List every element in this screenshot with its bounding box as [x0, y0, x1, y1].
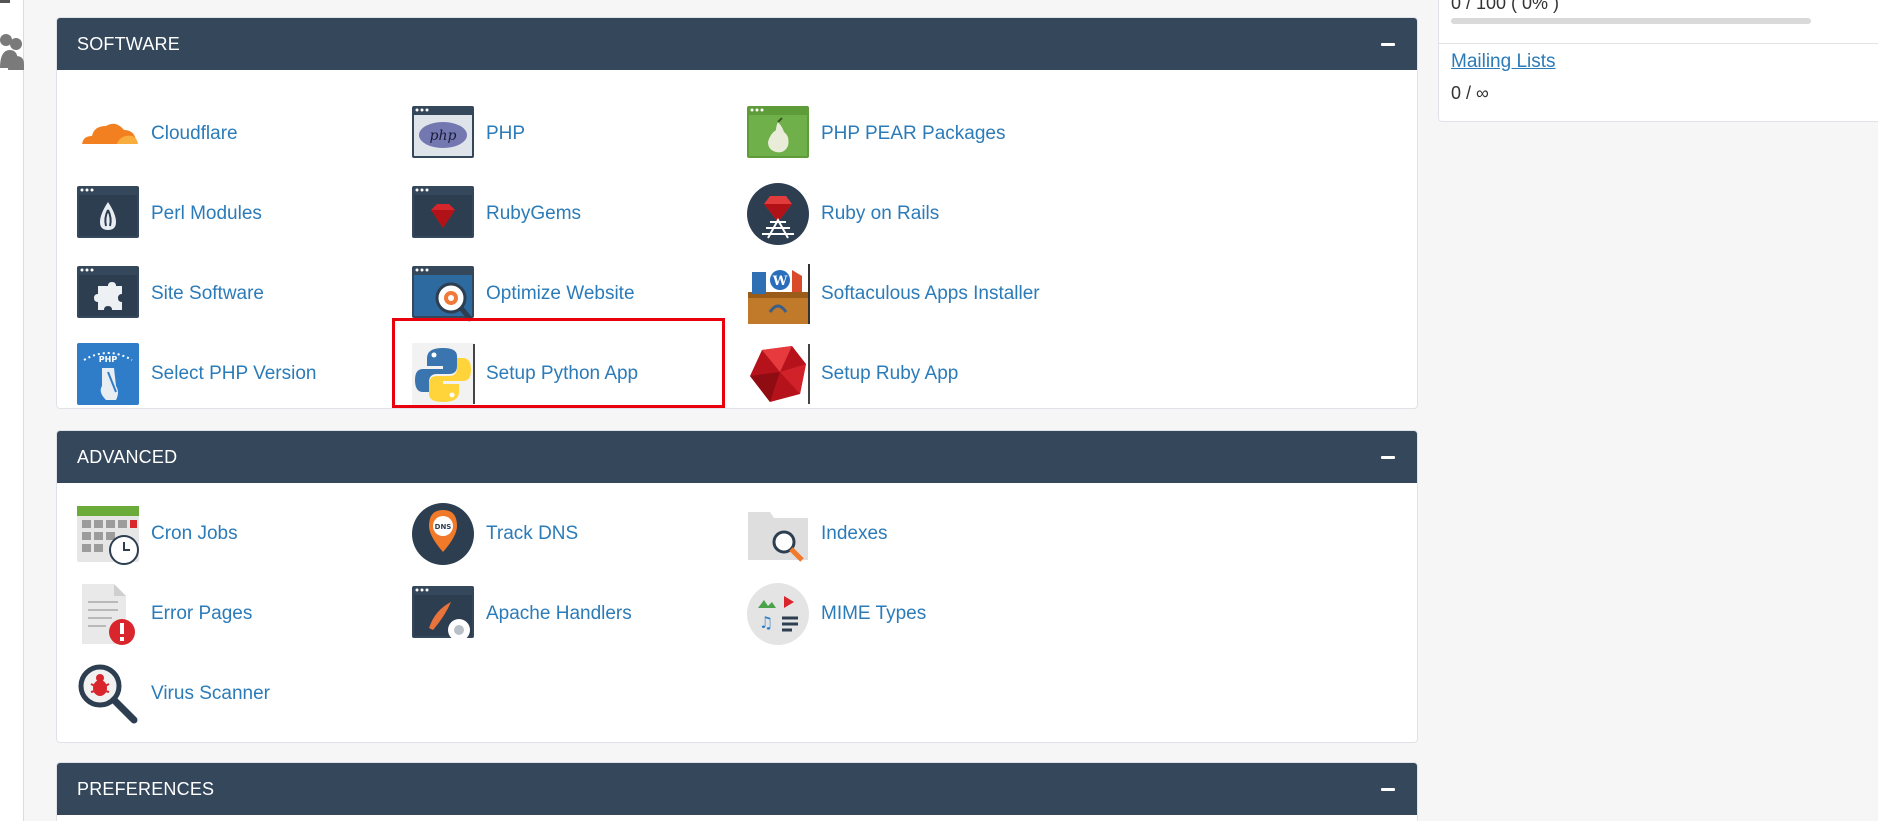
- software-item-label: PHP: [486, 123, 526, 144]
- advanced-panel: ADVANCED Cron Jobs DNS Track DNS Indexes…: [56, 430, 1418, 743]
- software-item-softaculous[interactable]: W Softaculous Apps Installer: [746, 261, 1040, 327]
- software-panel: SOFTWARE Cloudflare php PHP PHP PEAR Pac…: [56, 17, 1418, 409]
- perl-icon: [77, 186, 139, 238]
- preferences-panel: PREFERENCES: [56, 762, 1418, 821]
- software-item-perl-modules[interactable]: Perl Modules: [76, 181, 262, 247]
- software-item-label: PHP PEAR Packages: [821, 123, 1006, 144]
- advanced-item-track-dns[interactable]: DNS Track DNS: [411, 501, 578, 567]
- cron-jobs-icon: [77, 506, 139, 565]
- stats-sidebar: 0 / 100 ( 0% ) Mailing Lists 0 / ∞: [1438, 0, 1878, 122]
- svg-text:php: php: [430, 128, 457, 144]
- software-item-setup-python-app[interactable]: Setup Python App: [411, 341, 638, 407]
- usage-text: 0 / 100 ( 0% ): [1451, 0, 1560, 13]
- software-item-cloudflare[interactable]: Cloudflare: [76, 101, 238, 167]
- advanced-item-label: Cron Jobs: [151, 523, 238, 544]
- software-panel-title: SOFTWARE: [77, 33, 180, 54]
- software-item-optimize-website[interactable]: Optimize Website: [411, 261, 635, 327]
- advanced-panel-header[interactable]: ADVANCED: [57, 431, 1417, 483]
- software-item-site-software[interactable]: Site Software: [76, 261, 264, 327]
- php-icon: php: [412, 106, 474, 158]
- php-badge-text: PHP: [99, 355, 118, 364]
- python-icon: [412, 343, 475, 405]
- software-item-label: Setup Python App: [486, 363, 639, 384]
- advanced-item-mime-types[interactable]: ♫ MIME Types: [746, 581, 926, 647]
- minus-icon: [1381, 455, 1395, 459]
- left-rail: [0, 0, 24, 821]
- mailing-lists-link[interactable]: Mailing Lists: [1451, 51, 1556, 73]
- users-icon[interactable]: [0, 30, 24, 70]
- advanced-item-indexes[interactable]: Indexes: [746, 501, 888, 567]
- ruby-on-rails-icon: [747, 183, 809, 245]
- software-item-php[interactable]: php PHP: [411, 101, 525, 167]
- advanced-item-label: Apache Handlers: [486, 603, 632, 624]
- svg-text:W: W: [772, 274, 788, 289]
- advanced-item-label: MIME Types: [821, 603, 927, 624]
- preferences-panel-header[interactable]: PREFERENCES: [57, 763, 1417, 815]
- preferences-collapse-button[interactable]: [1379, 779, 1397, 799]
- usage-progress-bar: [1451, 18, 1811, 24]
- advanced-item-label: Error Pages: [151, 603, 253, 624]
- php-pear-icon: [747, 106, 809, 158]
- minus-icon: [1381, 42, 1395, 46]
- advanced-item-virus-scanner[interactable]: Virus Scanner: [76, 661, 270, 727]
- software-item-select-php-version[interactable]: PHP Select PHP Version: [76, 341, 316, 407]
- track-dns-icon: DNS: [412, 503, 474, 565]
- advanced-panel-title: ADVANCED: [77, 446, 178, 467]
- advanced-item-label: Track DNS: [486, 523, 579, 544]
- preferences-panel-title: PREFERENCES: [77, 778, 215, 799]
- software-item-rubygems[interactable]: RubyGems: [411, 181, 581, 247]
- cloudflare-icon: [82, 123, 138, 147]
- advanced-item-label: Virus Scanner: [151, 683, 270, 704]
- software-item-label: Setup Ruby App: [821, 363, 959, 384]
- software-item-label: Softaculous Apps Installer: [821, 283, 1040, 304]
- divider: [1439, 43, 1878, 44]
- software-item-label: Optimize Website: [486, 283, 635, 304]
- dns-badge-text: DNS: [435, 523, 452, 531]
- virus-scanner-icon: [78, 664, 138, 724]
- error-pages-icon: [82, 584, 135, 645]
- software-item-php-pear[interactable]: PHP PEAR Packages: [746, 101, 1005, 167]
- advanced-item-cron-jobs[interactable]: Cron Jobs: [76, 501, 238, 567]
- advanced-item-apache-handlers[interactable]: Apache Handlers: [411, 581, 632, 647]
- svg-text:♫: ♫: [759, 613, 773, 632]
- software-collapse-button[interactable]: [1379, 34, 1397, 54]
- minus-icon: [1381, 787, 1395, 791]
- software-item-ruby-on-rails[interactable]: Ruby on Rails: [746, 181, 939, 247]
- apache-handlers-icon: [412, 586, 474, 641]
- advanced-collapse-button[interactable]: [1379, 447, 1397, 467]
- softaculous-icon: W: [748, 264, 810, 324]
- mailing-lists-value: 0 / ∞: [1451, 83, 1489, 103]
- software-item-label: RubyGems: [486, 203, 582, 224]
- software-item-label: Select PHP Version: [151, 363, 317, 384]
- rubygems-icon: [412, 186, 474, 238]
- optimize-website-icon: [412, 266, 474, 322]
- software-item-label: Cloudflare: [151, 123, 238, 144]
- software-item-label: Ruby on Rails: [821, 203, 940, 224]
- site-software-icon: [77, 266, 139, 318]
- software-item-label: Site Software: [151, 283, 264, 304]
- advanced-item-label: Indexes: [821, 523, 888, 544]
- software-panel-header[interactable]: SOFTWARE: [57, 18, 1417, 70]
- ruby-app-icon: [750, 344, 810, 404]
- php-version-icon: PHP: [77, 343, 139, 405]
- software-item-setup-ruby-app[interactable]: Setup Ruby App: [746, 341, 958, 407]
- advanced-item-error-pages[interactable]: Error Pages: [76, 581, 252, 647]
- software-item-label: Perl Modules: [151, 203, 262, 224]
- mime-types-icon: ♫: [747, 583, 809, 645]
- indexes-icon: [748, 512, 808, 562]
- rail-top-marker: [0, 0, 10, 3]
